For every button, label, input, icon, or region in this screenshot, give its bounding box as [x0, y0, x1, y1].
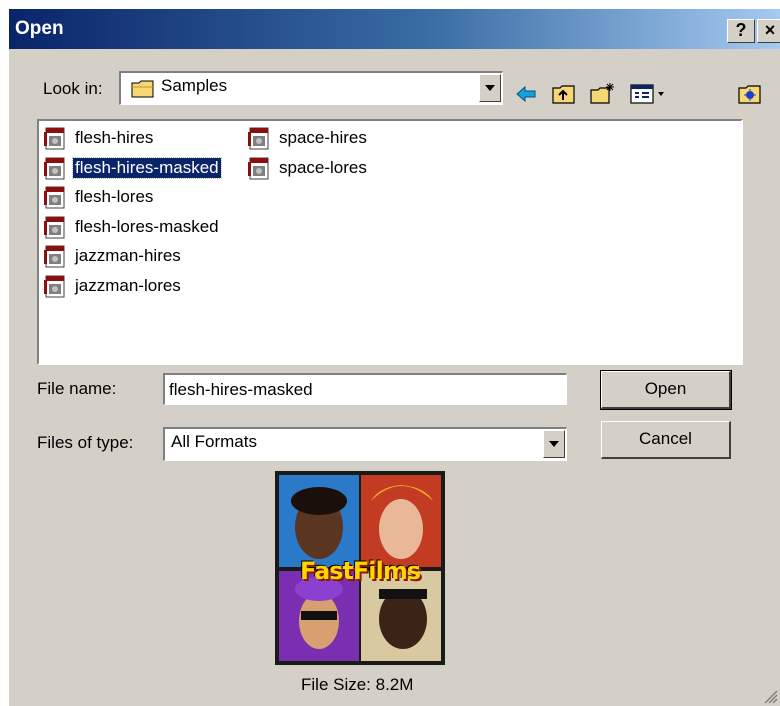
image-file-icon [44, 157, 65, 179]
open-button-label: Open [644, 379, 687, 398]
open-dialog: Open ? × Look in: Samples flesh-hires fl… [8, 8, 780, 706]
file-size-label: File Size: 8.2M [301, 675, 414, 694]
look-in-value: Samples [161, 76, 228, 95]
image-file-icon [44, 216, 65, 238]
image-file-icon [44, 186, 65, 209]
file-name-label: File name: [37, 379, 117, 398]
file-type-value: All Formats [171, 432, 257, 451]
resize-grip[interactable] [764, 690, 778, 704]
file-item-label: flesh-hires [75, 128, 154, 147]
look-in-label: Look in: [43, 79, 103, 98]
file-type-dropdown-button[interactable] [543, 430, 565, 458]
title-bar[interactable]: Open ? × [9, 9, 780, 49]
cancel-button[interactable]: Cancel [601, 421, 731, 459]
file-type-label: Files of type: [37, 433, 134, 452]
new-folder-icon[interactable] [589, 81, 615, 107]
back-arrow-icon[interactable] [513, 81, 539, 107]
desktop-folder-icon[interactable] [737, 81, 763, 107]
file-item-label: flesh-lores-masked [75, 216, 219, 236]
file-name-input[interactable] [163, 373, 567, 405]
file-item-label: flesh-hires-masked [72, 156, 222, 179]
image-file-icon [44, 127, 65, 150]
folder-icon [131, 80, 154, 98]
file-list[interactable]: flesh-hires flesh-hires-masked flesh-lores… [37, 119, 743, 365]
file-item-label: flesh-lores [75, 187, 154, 206]
look-in-dropdown-button[interactable] [479, 74, 501, 102]
close-button[interactable]: × [757, 19, 780, 43]
file-item-label: jazzman-hires [75, 246, 181, 265]
cancel-button-label: Cancel [639, 429, 692, 448]
image-file-icon [44, 275, 65, 297]
up-folder-icon[interactable] [551, 81, 577, 107]
file-type-dropdown[interactable]: All Formats [163, 427, 567, 461]
image-file-icon [248, 157, 269, 179]
image-file-icon [248, 127, 269, 150]
open-button[interactable]: Open [600, 370, 732, 410]
poster-logo: FastFilms [299, 557, 421, 585]
file-item-label: space-lores [279, 157, 367, 177]
preview-image: FastFilms [275, 471, 445, 665]
window-title: Open [15, 18, 64, 39]
image-file-icon [44, 245, 65, 268]
file-item-label: space-hires [279, 128, 367, 147]
file-item-label: jazzman-lores [75, 275, 181, 295]
view-menu-icon[interactable] [629, 81, 669, 107]
look-in-dropdown[interactable]: Samples [119, 71, 503, 105]
help-button[interactable]: ? [727, 19, 755, 43]
